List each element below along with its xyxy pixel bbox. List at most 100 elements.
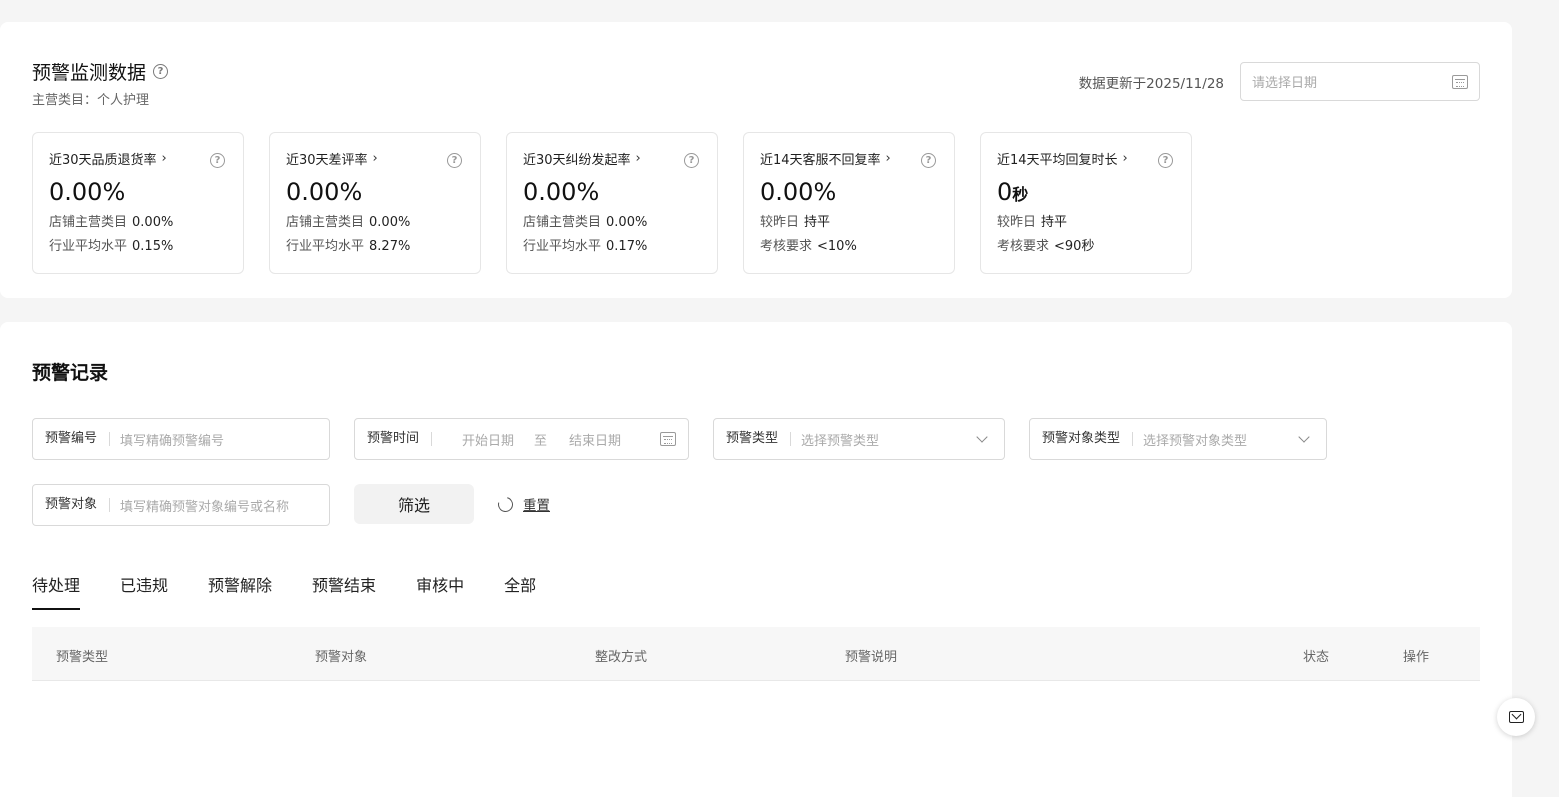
alert-id-label: 预警编号: [45, 432, 111, 446]
metric-card-line: 行业平均水平 0.15%: [49, 235, 227, 254]
metric-line-label: 较昨日: [997, 215, 1037, 230]
end-date-input[interactable]: 结束日期: [569, 430, 621, 449]
metric-line-label: 较昨日: [760, 215, 800, 230]
chevron-right-icon: ›: [635, 151, 641, 166]
tab-all[interactable]: 全部: [504, 572, 536, 610]
metric-card-line: 行业平均水平 8.27%: [286, 235, 464, 254]
metric-card-line: 店铺主营类目 0.00%: [286, 211, 464, 230]
alert-type-placeholder: 选择预警类型: [801, 433, 880, 449]
metric-cards: 近30天品质退货率 › ? 0.00% 店铺主营类目 0.00% 行业平均水平 0.…: [32, 132, 1192, 274]
metric-value-number: 0.00%: [523, 178, 600, 206]
monitor-title-text: 预警监测数据: [32, 62, 147, 84]
metric-card-line: 考核要求 <90秒: [997, 235, 1175, 254]
status-tabs: 待处理 已违规 预警解除 预警结束 审核中 全部: [32, 572, 576, 610]
help-icon[interactable]: ?: [684, 153, 699, 168]
metric-card-reply-time: 近14天平均回复时长 › ? 0秒 较昨日 持平 考核要求 <90秒: [980, 132, 1192, 274]
metric-card-header[interactable]: 近30天差评率 › ?: [286, 149, 464, 168]
metric-line-label: 行业平均水平: [49, 239, 128, 254]
main-category-text: 主营类目：个人护理: [32, 93, 150, 108]
alert-time-label: 预警时间: [367, 432, 433, 446]
metric-card-line: 店铺主营类目 0.00%: [49, 211, 227, 230]
help-icon[interactable]: ?: [153, 64, 169, 79]
metric-card-dispute: 近30天纠纷发起率 › ? 0.00% 店铺主营类目 0.00% 行业平均水平 0.…: [506, 132, 718, 274]
metric-value-number: 0: [997, 178, 1013, 206]
refresh-icon: [495, 493, 516, 515]
alert-time-range[interactable]: 预警时间 开始日期 至 结束日期: [354, 418, 689, 460]
column-header-type: 预警类型: [56, 650, 109, 665]
metric-card-value: 0.00%: [760, 178, 938, 206]
date-picker[interactable]: 请选择日期: [1240, 62, 1480, 101]
metric-line-value: 持平: [1041, 215, 1068, 230]
column-header-object: 预警对象: [315, 650, 368, 665]
metric-card-quality-return: 近30天品质退货率 › ? 0.00% 店铺主营类目 0.00% 行业平均水平 0.…: [32, 132, 244, 274]
metric-line-value: 0.00%: [606, 215, 648, 230]
chevron-down-icon: [1298, 430, 1310, 443]
alert-object-type-label: 预警对象类型: [1042, 432, 1134, 446]
tab-ended[interactable]: 预警结束: [312, 572, 376, 610]
alert-id-field[interactable]: 预警编号 填写精确预警编号: [32, 418, 330, 460]
metric-card-value: 0.00%: [49, 178, 227, 206]
alert-object-field[interactable]: 预警对象 填写精确预警对象编号或名称: [32, 484, 330, 526]
metric-card-title: 近14天客服不回复率: [760, 153, 881, 168]
metric-card-bad-review: 近30天差评率 › ? 0.00% 店铺主营类目 0.00% 行业平均水平 8.27…: [269, 132, 481, 274]
reset-link[interactable]: 重置: [495, 493, 550, 515]
metric-value-number: 0.00%: [49, 178, 126, 206]
start-date-input[interactable]: 开始日期: [462, 430, 514, 449]
metric-card-header[interactable]: 近14天平均回复时长 › ?: [997, 149, 1175, 168]
metric-card-line: 较昨日 持平: [760, 211, 938, 230]
metric-value-number: 0.00%: [760, 178, 837, 206]
calendar-icon: [1452, 74, 1468, 89]
metric-card-title: 近14天平均回复时长: [997, 153, 1118, 168]
records-title: 预警记录: [32, 362, 109, 384]
metric-card-header[interactable]: 近14天客服不回复率 › ?: [760, 149, 938, 168]
column-header-action: 操作: [1403, 650, 1430, 665]
alert-object-input[interactable]: 填写精确预警对象编号或名称: [120, 496, 289, 515]
alert-object-label: 预警对象: [45, 498, 111, 512]
tab-released[interactable]: 预警解除: [208, 572, 272, 610]
metric-card-line: 行业平均水平 0.17%: [523, 235, 701, 254]
alert-type-select[interactable]: 预警类型 选择预警类型: [713, 418, 1005, 460]
help-icon[interactable]: ?: [921, 153, 936, 168]
range-separator: 至: [534, 433, 548, 449]
tab-reviewing[interactable]: 审核中: [416, 572, 464, 610]
help-icon[interactable]: ?: [1158, 153, 1173, 168]
chevron-right-icon: ›: [1122, 151, 1128, 166]
metric-line-value: 8.27%: [369, 239, 411, 254]
metric-line-value: 0.15%: [132, 239, 174, 254]
metric-line-value: 0.00%: [369, 215, 411, 230]
metric-line-value: <10%: [817, 239, 857, 254]
chevron-down-icon: [976, 430, 988, 443]
metric-line-label: 行业平均水平: [523, 239, 602, 254]
filter-button[interactable]: 筛选: [354, 484, 474, 524]
help-icon[interactable]: ?: [447, 153, 462, 168]
metric-value-unit: 秒: [1012, 185, 1029, 204]
message-float-button[interactable]: [1497, 698, 1535, 736]
metric-card-line: 较昨日 持平: [997, 211, 1175, 230]
help-icon[interactable]: ?: [210, 153, 225, 168]
calendar-icon: [660, 432, 676, 446]
metric-card-line: 店铺主营类目 0.00%: [523, 211, 701, 230]
metric-card-header[interactable]: 近30天品质退货率 › ?: [49, 149, 227, 168]
metric-line-label: 店铺主营类目: [523, 215, 602, 230]
metric-line-value: 持平: [804, 215, 831, 230]
metric-line-label: 店铺主营类目: [286, 215, 365, 230]
column-header-status: 状态: [1303, 650, 1330, 665]
alert-id-input[interactable]: 填写精确预警编号: [120, 430, 224, 449]
reset-label: 重置: [523, 498, 550, 514]
column-header-rectify: 整改方式: [595, 650, 648, 665]
date-picker-placeholder: 请选择日期: [1252, 76, 1318, 91]
alert-object-type-select[interactable]: 预警对象类型 选择预警对象类型: [1029, 418, 1327, 460]
tab-pending[interactable]: 待处理: [32, 572, 81, 610]
metric-card-value: 0.00%: [286, 178, 464, 206]
metric-card-title: 近30天差评率: [286, 153, 368, 168]
metric-line-value: <90秒: [1054, 239, 1095, 254]
metric-card-value: 0.00%: [523, 178, 701, 206]
metric-line-label: 店铺主营类目: [49, 215, 128, 230]
table-header: 预警类型 预警对象 整改方式 预警说明 状态 操作: [32, 627, 1480, 681]
metric-card-value: 0秒: [997, 178, 1175, 206]
metric-value-number: 0.00%: [286, 178, 363, 206]
metric-card-header[interactable]: 近30天纠纷发起率 › ?: [523, 149, 701, 168]
tab-violated[interactable]: 已违规: [120, 572, 168, 610]
metric-card-title: 近30天品质退货率: [49, 153, 157, 168]
metric-line-label: 考核要求: [997, 239, 1050, 254]
